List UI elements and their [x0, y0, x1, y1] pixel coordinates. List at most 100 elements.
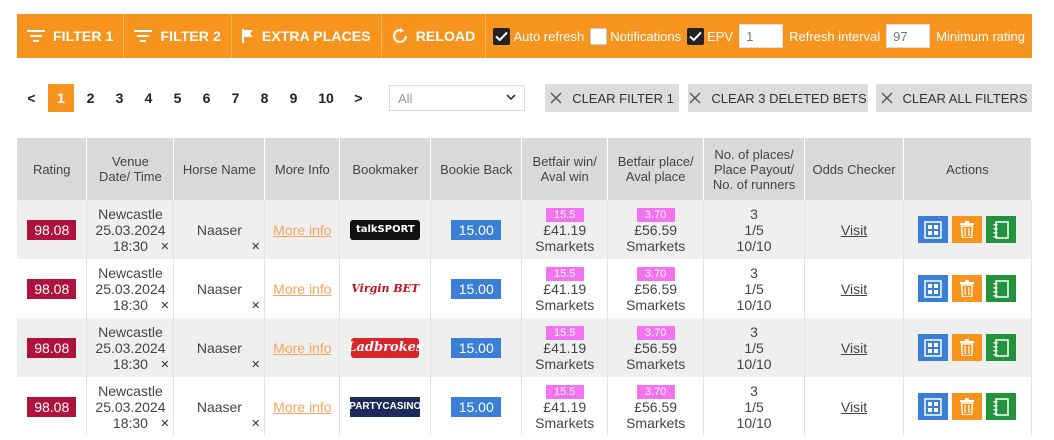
- betfair-place-cell: 3.70 £56.59 Smarkets: [607, 377, 705, 436]
- reload-icon: [392, 28, 408, 44]
- extra-places-label: EXTRA PLACES: [261, 28, 371, 44]
- clear-filter1-button[interactable]: CLEAR FILTER 1: [545, 84, 679, 112]
- check-icon: [495, 31, 509, 41]
- page-7[interactable]: 7: [221, 84, 250, 112]
- more-info-cell: More info: [264, 200, 341, 259]
- page-2[interactable]: 2: [76, 84, 105, 112]
- remove-horse-icon[interactable]: ✕: [251, 416, 260, 432]
- visit-link[interactable]: Visit: [841, 340, 867, 356]
- win-available: £41.19: [543, 340, 587, 356]
- more-info-link[interactable]: More info: [273, 281, 331, 297]
- more-info-link[interactable]: More info: [273, 399, 331, 415]
- header-bookie-back: Bookie Back: [430, 138, 523, 200]
- visit-link[interactable]: Visit: [841, 222, 867, 238]
- clear-deleted-bets-label: CLEAR 3 DELETED BETS: [711, 90, 867, 106]
- remove-venue-icon[interactable]: ✕: [160, 239, 169, 255]
- auto-refresh-checkbox[interactable]: [493, 27, 511, 45]
- trash-icon: [960, 339, 975, 356]
- bets-table: Rating Venue Date/ Time Horse Name More I…: [17, 138, 1033, 436]
- place-payout: 1/5: [744, 339, 764, 356]
- remove-venue-icon[interactable]: ✕: [160, 416, 169, 432]
- betfair-place-cell: 3.70 £56.59 Smarkets: [607, 200, 705, 259]
- page-8[interactable]: 8: [250, 84, 279, 112]
- epv-checkbox[interactable]: [687, 27, 705, 45]
- page-6[interactable]: 6: [192, 84, 221, 112]
- filter1-button[interactable]: FILTER 1: [17, 14, 125, 58]
- page-5[interactable]: 5: [163, 84, 192, 112]
- bookie-back-odds: 15.00: [451, 337, 502, 358]
- filter2-button[interactable]: FILTER 2: [124, 14, 232, 58]
- grid-button[interactable]: [918, 334, 949, 361]
- header-bf-win-line2: Aval win: [540, 169, 589, 184]
- notebook-icon: [993, 279, 1010, 298]
- venue-name: Newcastle: [98, 323, 163, 340]
- horse-name: Naaser: [196, 280, 242, 297]
- refresh-interval-input[interactable]: 97: [886, 24, 931, 48]
- notifications-label: Notifications: [610, 28, 682, 44]
- remove-horse-icon[interactable]: ✕: [251, 239, 260, 255]
- page-9[interactable]: 9: [279, 84, 308, 112]
- actions-cell: [903, 318, 1033, 377]
- table-body: 98.08 Newcastle 25.03.2024 18:30 ✕ Naaser ✕ …: [17, 200, 1033, 436]
- header-betfair-win: Betfair win/Aval win: [521, 138, 609, 200]
- betfair-win-cell: 15.5 £41.19 Smarkets: [521, 318, 609, 377]
- extra-places-button[interactable]: EXTRA PLACES: [232, 14, 382, 58]
- visit-link[interactable]: Visit: [841, 399, 867, 415]
- clear-filter1-label: CLEAR FILTER 1: [572, 90, 674, 106]
- next-page-button[interactable]: >: [344, 84, 373, 112]
- grid-icon: [924, 220, 943, 239]
- grid-icon: [924, 279, 943, 298]
- remove-horse-icon[interactable]: ✕: [251, 357, 260, 373]
- race-time: 18:30: [112, 355, 148, 372]
- remove-venue-icon[interactable]: ✕: [160, 357, 169, 373]
- more-info-cell: More info: [264, 318, 341, 377]
- grid-button[interactable]: [918, 216, 949, 243]
- odds-checker-cell: Visit: [804, 259, 904, 318]
- rating-badge: 98.08: [27, 278, 77, 299]
- delete-button[interactable]: [952, 393, 983, 420]
- notebook-button[interactable]: [986, 334, 1017, 361]
- grid-button[interactable]: [918, 275, 949, 302]
- reload-button[interactable]: RELOAD: [382, 14, 487, 58]
- notebook-icon: [993, 220, 1010, 239]
- delete-button[interactable]: [952, 334, 983, 361]
- clear-all-filters-button[interactable]: CLEAR ALL FILTERS: [876, 84, 1032, 112]
- notebook-button[interactable]: [986, 216, 1017, 243]
- win-odds-tag: 15.5: [545, 267, 584, 281]
- page-3[interactable]: 3: [105, 84, 134, 112]
- place-exchange: Smarkets: [626, 415, 686, 431]
- more-info-link[interactable]: More info: [273, 340, 331, 356]
- rating-badge: 98.08: [27, 219, 77, 240]
- notebook-button[interactable]: [986, 275, 1017, 302]
- notebook-icon: [993, 338, 1010, 357]
- betfair-place-cell: 3.70 £56.59 Smarkets: [607, 259, 705, 318]
- place-exchange: Smarkets: [626, 297, 686, 313]
- num-runners: 10/10: [736, 355, 772, 372]
- notifications-checkbox[interactable]: [590, 27, 608, 45]
- header-places-line2: Place Payout/: [713, 161, 795, 177]
- header-odds-checker: Odds Checker: [804, 138, 904, 200]
- visit-link[interactable]: Visit: [841, 281, 867, 297]
- header-places-line1: No. of places/: [714, 146, 794, 162]
- remove-horse-icon[interactable]: ✕: [251, 298, 260, 314]
- filter-select[interactable]: All: [389, 85, 525, 111]
- page-1[interactable]: 1: [48, 84, 74, 112]
- win-exchange: Smarkets: [535, 297, 595, 313]
- remove-venue-icon[interactable]: ✕: [160, 298, 169, 314]
- header-venue-line2: Date/ Time: [99, 169, 162, 184]
- more-info-link[interactable]: More info: [273, 222, 331, 238]
- venue-cell: Newcastle 25.03.2024 18:30 ✕: [86, 377, 175, 436]
- notebook-button[interactable]: [986, 393, 1017, 420]
- grid-button[interactable]: [918, 393, 949, 420]
- betfair-win-cell: 15.5 £41.19 Smarkets: [521, 259, 609, 318]
- page-4[interactable]: 4: [134, 84, 163, 112]
- delete-button[interactable]: [952, 275, 983, 302]
- clear-deleted-bets-button[interactable]: CLEAR 3 DELETED BETS: [688, 84, 868, 112]
- prev-page-button[interactable]: <: [17, 84, 46, 112]
- places-cell: 3 1/5 10/10: [703, 377, 806, 436]
- delete-button[interactable]: [952, 216, 983, 243]
- place-available: £56.59: [634, 222, 678, 238]
- bookie-back-odds: 15.00: [451, 278, 502, 299]
- epv-input[interactable]: 1: [739, 24, 784, 48]
- page-10[interactable]: 10: [308, 84, 344, 112]
